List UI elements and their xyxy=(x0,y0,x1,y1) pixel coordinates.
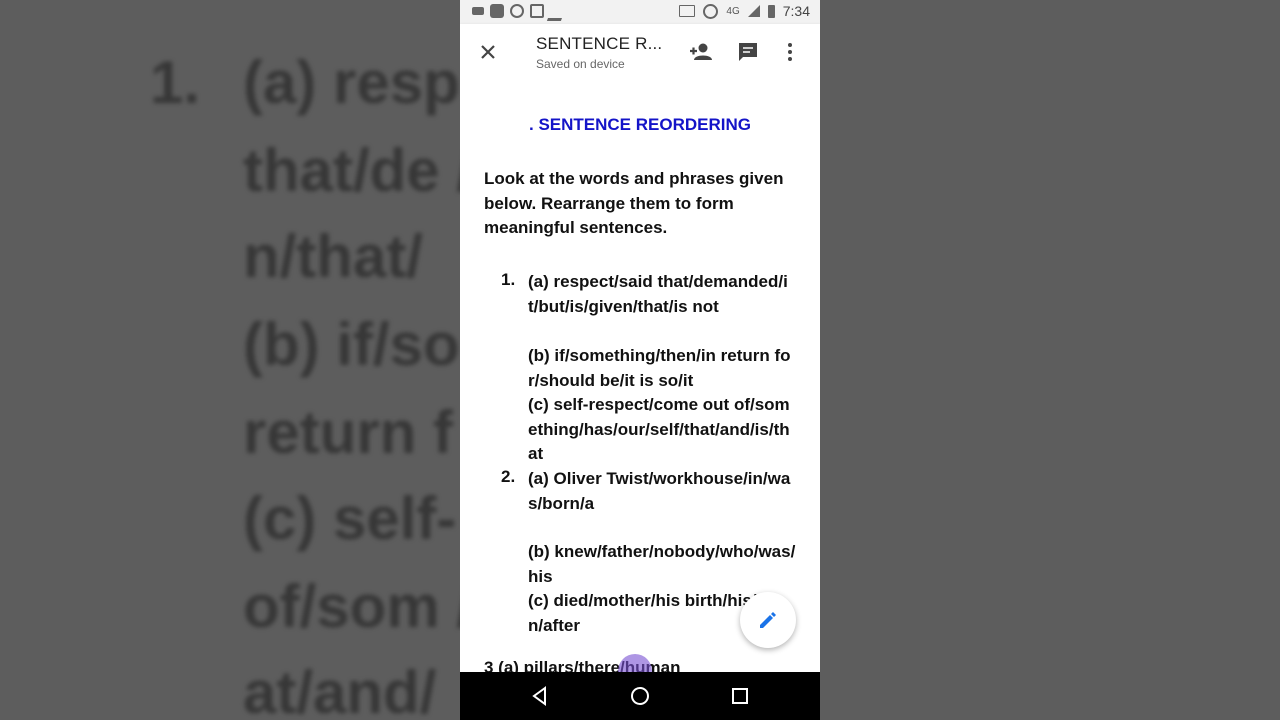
status-clock: 7:34 xyxy=(782,3,810,19)
question-part: (c) self-respect/come out of/something/h… xyxy=(528,395,790,464)
edit-fab-button[interactable] xyxy=(740,592,796,648)
checkbox-icon xyxy=(530,4,544,18)
more-options-button[interactable] xyxy=(786,40,810,64)
phone-screen: 4G 7:34 SENTENCE R... Saved on device . … xyxy=(460,0,820,720)
question-part: (b) if/something/then/in return for/shou… xyxy=(528,346,791,390)
edit-pencil-icon xyxy=(760,612,776,628)
cast-icon xyxy=(679,5,696,17)
touch-indicator xyxy=(618,654,652,672)
document-heading: . SENTENCE REORDERING xyxy=(529,115,751,134)
youtube-icon xyxy=(490,4,504,18)
notification-icons xyxy=(472,4,568,21)
system-navigation-bar xyxy=(460,672,820,720)
whatsapp-icon xyxy=(510,4,524,18)
home-button[interactable] xyxy=(628,684,652,708)
share-button[interactable] xyxy=(688,40,712,64)
comments-button[interactable] xyxy=(736,40,760,64)
question-number: 1. xyxy=(501,270,516,289)
recents-button[interactable] xyxy=(728,684,752,708)
question-part: (a) respect/said that/demanded/it/but/is… xyxy=(528,272,788,316)
question-number: 2. xyxy=(501,467,516,486)
close-button[interactable] xyxy=(476,40,500,64)
document-save-status: Saved on device xyxy=(536,57,625,71)
network-type: 4G xyxy=(726,5,740,17)
video-camera-icon xyxy=(472,7,484,15)
more-vert-icon xyxy=(788,43,792,61)
battery-icon xyxy=(767,4,775,18)
back-triangle-icon xyxy=(532,686,546,706)
app-bar: SENTENCE R... Saved on device xyxy=(460,24,820,81)
instructions-paragraph: Look at the words and phrases given belo… xyxy=(484,169,784,237)
document-title: SENTENCE R... xyxy=(536,34,663,53)
add-person-icon xyxy=(690,43,712,60)
brush-icon xyxy=(546,4,568,21)
status-bar: 4G 7:34 xyxy=(460,0,820,24)
question-part: (a) Oliver Twist/workhouse/in/was/born/a xyxy=(528,469,791,513)
recents-square-icon xyxy=(732,688,748,704)
back-button[interactable] xyxy=(528,684,552,708)
question-part: (b) knew/father/nobody/who/was/his xyxy=(528,542,796,586)
home-circle-icon xyxy=(631,687,649,705)
close-icon xyxy=(481,45,495,59)
alarm-icon xyxy=(703,3,719,19)
system-icons: 4G 7:34 xyxy=(679,3,810,19)
comment-icon xyxy=(739,43,757,61)
signal-icon xyxy=(747,5,760,17)
document-content[interactable]: . SENTENCE REORDERING Look at the words … xyxy=(460,80,820,672)
